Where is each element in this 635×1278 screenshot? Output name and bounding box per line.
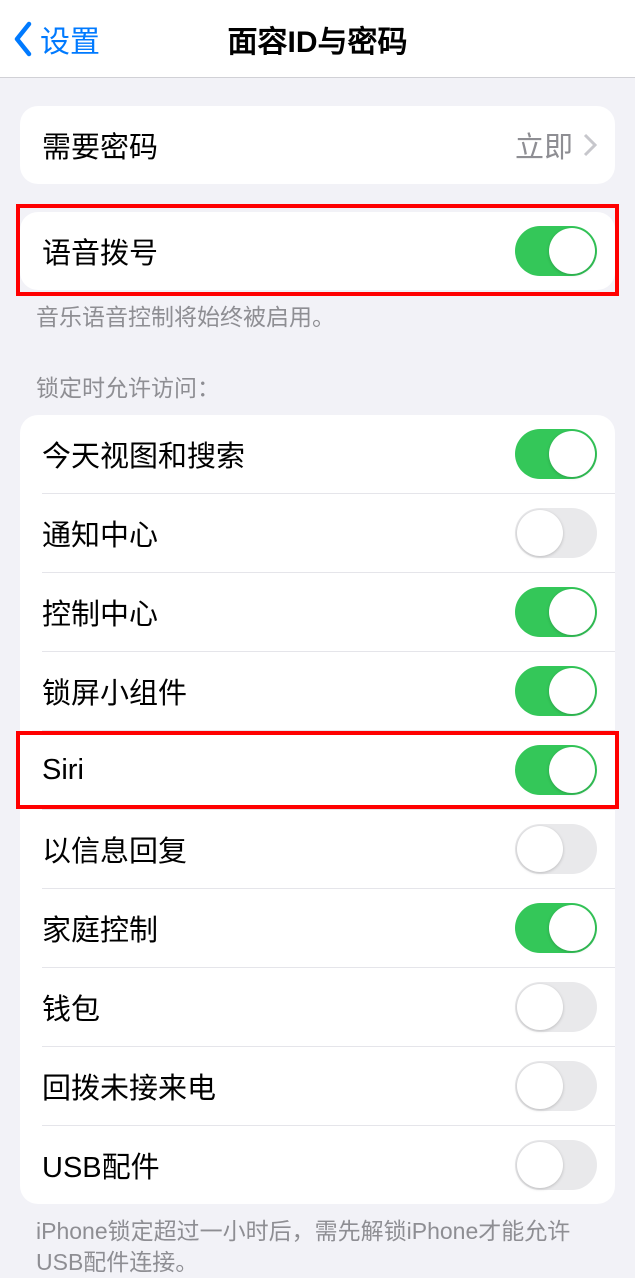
row-require-passcode[interactable]: 需要密码 立即 (20, 106, 615, 184)
toggle-lock-access-item[interactable] (515, 429, 597, 479)
row-lock-access-item: 家庭控制 (20, 889, 615, 967)
row-lock-access-item: 以信息回复 (20, 810, 615, 888)
row-lock-access-item: 通知中心 (20, 494, 615, 572)
toggle-lock-access-item[interactable] (515, 508, 597, 558)
back-button[interactable]: 设置 (0, 17, 100, 61)
lock-access-item-label: 控制中心 (42, 591, 158, 633)
lock-access-item-label: 钱包 (42, 986, 100, 1028)
toggle-lock-access-item[interactable] (515, 824, 597, 874)
lock-access-item-label: 通知中心 (42, 512, 158, 554)
group-lock-access: 今天视图和搜索通知中心控制中心锁屏小组件 Siri 以信息回复家庭控制钱包回拨未接来… (20, 415, 615, 1204)
require-passcode-label: 需要密码 (42, 124, 158, 166)
lock-access-item-label: 锁屏小组件 (42, 670, 187, 712)
navbar: 设置 面容ID与密码 (0, 0, 635, 78)
row-lock-access-item: 回拨未接来电 (20, 1047, 615, 1125)
lock-access-item-label: 以信息回复 (42, 828, 187, 870)
require-passcode-value: 立即 (515, 124, 573, 166)
row-lock-access-item: USB配件 (20, 1126, 615, 1204)
voice-dial-footer: 音乐语音控制将始终被启用。 (36, 302, 599, 333)
voice-dial-label: 语音拨号 (42, 230, 158, 272)
toggle-lock-access-item[interactable] (515, 666, 597, 716)
chevron-left-icon (12, 21, 34, 57)
page-title: 面容ID与密码 (228, 17, 408, 61)
toggle-lock-access-item[interactable] (515, 982, 597, 1032)
toggle-lock-access-item[interactable] (515, 903, 597, 953)
toggle-lock-access-item[interactable] (515, 1061, 597, 1111)
lock-access-item-label: 家庭控制 (42, 907, 158, 949)
chevron-right-icon (583, 133, 597, 157)
group-require-passcode: 需要密码 立即 (20, 106, 615, 184)
row-lock-access-item: 锁屏小组件 (20, 652, 615, 730)
row-lock-access-item: 控制中心 (20, 573, 615, 651)
toggle-lock-access-item[interactable] (515, 745, 597, 795)
lock-access-item-label: USB配件 (42, 1144, 160, 1186)
lock-access-footer: iPhone锁定超过一小时后，需先解锁iPhone才能允许USB配件连接。 (36, 1216, 599, 1278)
toggle-lock-access-item[interactable] (515, 587, 597, 637)
toggle-lock-access-item[interactable] (515, 1140, 597, 1190)
lock-access-item-label: 今天视图和搜索 (42, 433, 245, 475)
lock-access-header: 锁定时允许访问： (36, 369, 599, 403)
row-lock-access-item: 钱包 (20, 968, 615, 1046)
group-voice-dial: 语音拨号 (20, 212, 615, 290)
row-lock-access-item: 今天视图和搜索 (20, 415, 615, 493)
row-voice-dial: 语音拨号 (20, 212, 615, 290)
row-lock-access-item: Siri (20, 731, 615, 809)
back-label: 设置 (40, 17, 100, 61)
toggle-voice-dial[interactable] (515, 226, 597, 276)
lock-access-item-label: Siri (42, 754, 84, 787)
lock-access-item-label: 回拨未接来电 (42, 1065, 216, 1107)
